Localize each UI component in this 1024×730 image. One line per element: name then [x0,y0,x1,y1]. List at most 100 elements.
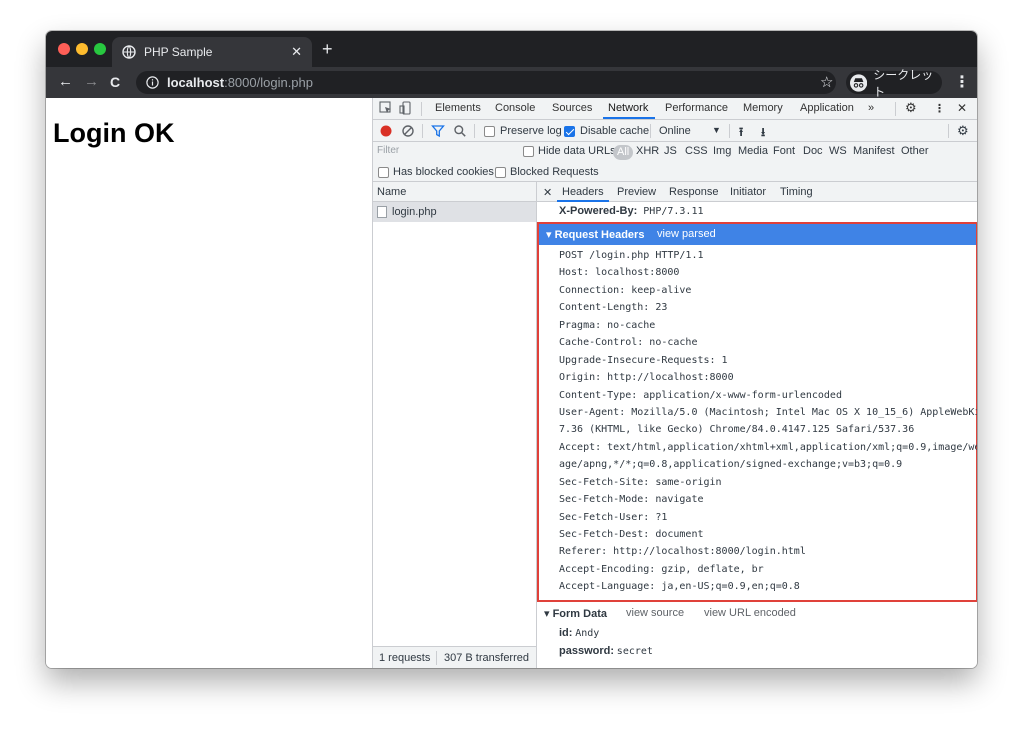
tab-elements[interactable]: Elements [435,102,481,114]
export-har-icon[interactable]: ⭳ [761,123,765,144]
header-line: Accept-Language: ja,en-US;q=0.9,en;q=0.8 [559,581,800,592]
header-line: Accept-Encoding: gzip, deflate, br [559,564,764,575]
new-tab-button[interactable]: + [322,39,333,59]
clear-icon[interactable] [401,124,415,138]
disable-cache-checkbox[interactable] [564,126,575,137]
filter-input[interactable]: Filter [377,145,507,159]
request-list: login.php [373,202,537,646]
divider [895,102,896,116]
tab-initiator[interactable]: Initiator [730,186,766,198]
throttling-select[interactable]: Online [659,125,691,137]
close-detail-icon[interactable]: ✕ [543,186,552,199]
address-bar[interactable]: localhost:8000/login.php [136,71,836,94]
filter-type-css[interactable]: CSS [685,145,708,160]
tab-application[interactable]: Application [800,102,854,114]
tab-console[interactable]: Console [495,102,535,114]
info-icon[interactable] [146,76,159,89]
form-field: password: secret [559,645,653,657]
incognito-icon [850,73,868,92]
browser-toolbar: ← → C localhost:8000/login.php ☆ シークレット … [46,67,977,99]
hide-data-urls-label: Hide data URLs [538,145,616,157]
divider [650,124,651,138]
filter-type-all[interactable]: All [613,145,634,160]
form-field: id: Andy [559,627,599,639]
network-status-bar: 1 requests 307 B transferred [373,646,537,668]
search-icon[interactable] [453,124,467,138]
filter-type-img[interactable]: Img [713,145,731,160]
incognito-badge[interactable]: シークレット [846,68,942,99]
response-header-line: X-Powered-By: PHP/7.3.11 [559,205,704,217]
chevron-down-icon[interactable]: ▼ [712,125,721,135]
request-name: login.php [392,206,437,218]
view-parsed-link[interactable]: view parsed [657,228,716,240]
form-field-value: Andy [575,628,600,639]
filter-type-font[interactable]: Font [773,145,795,160]
name-column-header[interactable]: Name [373,182,537,202]
blocked-requests-checkbox[interactable] [495,167,506,178]
forward-button[interactable]: → [84,73,99,91]
tab-headers[interactable]: Headers [562,186,604,198]
device-toolbar-icon[interactable] [399,101,413,115]
network-settings-gear-icon[interactable]: ⚙ [957,123,969,139]
back-button[interactable]: ← [58,73,73,91]
has-blocked-cookies-checkbox[interactable] [378,167,389,178]
bookmark-star-icon[interactable]: ☆ [820,73,833,91]
filter-type-media[interactable]: Media [738,145,768,160]
hide-data-urls-checkbox[interactable] [523,146,534,157]
tab-response[interactable]: Response [669,186,719,198]
reload-button[interactable]: C [110,73,120,91]
view-source-link[interactable]: view source [626,607,684,619]
header-line: Connection: keep-alive [559,285,692,296]
record-icon[interactable] [379,124,393,138]
globe-icon [122,45,136,59]
header-line: Sec-Fetch-Dest: document [559,529,704,540]
zoom-window-button[interactable] [94,43,106,55]
disable-cache-label: Disable cache [580,125,650,137]
page-heading: Login OK [53,118,175,148]
preserve-log-checkbox[interactable] [484,126,495,137]
header-line: Referer: http://localhost:8000/login.htm… [559,546,806,557]
response-header-key: X-Powered-By: [559,205,638,217]
tab-memory[interactable]: Memory [743,102,783,114]
url-path: :8000/login.php [224,75,313,90]
inspect-element-icon[interactable] [379,101,393,115]
import-har-icon[interactable]: ⭱ [739,123,743,144]
active-tab-indicator [603,117,655,119]
more-tabs-button[interactable]: » [868,102,874,114]
form-field-key: id: [559,627,573,639]
filter-type-doc[interactable]: Doc [803,145,823,160]
devtools-menu-icon[interactable]: ⋮ [934,102,945,115]
close-tab-icon[interactable]: ✕ [291,44,302,60]
more-menu-icon[interactable]: ⋮ [954,72,970,92]
tab-preview[interactable]: Preview [617,186,656,198]
request-headers-title-bar[interactable]: ▾ Request Headers view parsed [539,224,976,245]
tab-network[interactable]: Network [608,102,648,114]
header-line: Content-Type: application/x-www-form-url… [559,390,842,401]
close-devtools-icon[interactable]: ✕ [957,101,967,115]
blocked-requests-label: Blocked Requests [510,166,599,178]
tab-sources[interactable]: Sources [552,102,592,114]
url-host: localhost [167,75,225,90]
filter-type-xhr[interactable]: XHR [636,145,659,160]
header-line: Origin: http://localhost:8000 [559,372,734,383]
filter-type-ws[interactable]: WS [829,145,847,160]
divider [729,124,730,138]
tab-performance[interactable]: Performance [665,102,728,114]
filter-type-js[interactable]: JS [664,145,677,160]
view-url-encoded-link[interactable]: view URL encoded [704,607,796,619]
settings-gear-icon[interactable]: ⚙ [905,100,917,116]
title-bar: PHP Sample ✕ + [46,31,977,67]
close-window-button[interactable] [58,43,70,55]
filter-funnel-icon[interactable] [431,124,445,138]
minimize-window-button[interactable] [76,43,88,55]
tab-timing[interactable]: Timing [780,186,813,198]
filter-type-manifest[interactable]: Manifest [853,145,895,160]
form-data-title[interactable]: ▾ Form Data [544,607,607,620]
header-line: Sec-Fetch-User: ?1 [559,512,668,523]
request-row[interactable]: login.php [373,202,536,222]
browser-tab[interactable]: PHP Sample ✕ [112,37,312,67]
header-line: Upgrade-Insecure-Requests: 1 [559,355,728,366]
filter-type-other[interactable]: Other [901,145,929,160]
request-headers-title: ▾ Request Headers [546,229,645,241]
divider [436,651,437,665]
